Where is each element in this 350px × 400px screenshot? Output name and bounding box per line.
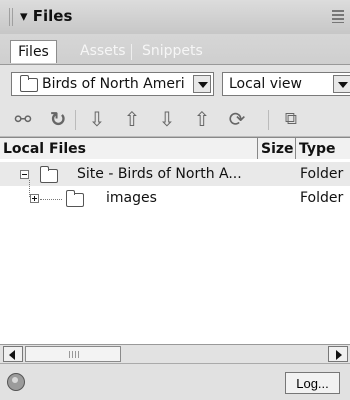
put-icon[interactable]: ⇧ (119, 107, 145, 131)
expand-icon[interactable]: ⧉ (278, 107, 304, 131)
site-select[interactable]: Birds of North Ameri (11, 72, 214, 96)
tab-snippets[interactable]: Snippets (142, 40, 203, 62)
file-name: images (106, 190, 157, 206)
log-button[interactable]: Log... (285, 372, 340, 394)
panel-menu-icon[interactable] (332, 10, 344, 23)
toolbar-separator (75, 110, 76, 130)
file-list-header: Local Files Size Type (0, 137, 350, 161)
scrollbar-thumb[interactable] (25, 346, 121, 362)
scroll-right-icon[interactable] (328, 346, 348, 362)
view-select[interactable]: Local view (222, 72, 350, 96)
drag-grip-icon[interactable] (9, 8, 15, 26)
status-bar: Log... (0, 363, 350, 400)
list-item[interactable]: Site - Birds of North A... Folder (0, 162, 350, 186)
column-size[interactable]: Size (258, 138, 296, 160)
chevron-down-icon[interactable] (193, 75, 211, 93)
site-toolbar: Birds of North Ameri Local view (0, 65, 350, 103)
files-panel: ▾ Files Files Assets Snippets Birds of N… (0, 0, 350, 400)
file-name: Site - Birds of North A... (77, 166, 242, 182)
tree-line-icon (40, 199, 62, 201)
tab-files[interactable]: Files (10, 40, 57, 63)
file-type: Folder (300, 166, 344, 182)
panel-title[interactable]: ▾ Files (20, 7, 72, 25)
folder-icon (66, 190, 84, 207)
check-in-icon[interactable]: ⇧ (189, 107, 215, 131)
tab-separator (131, 44, 132, 60)
folder-icon (20, 75, 38, 92)
collapse-icon[interactable] (20, 170, 29, 179)
view-select-value: Local view (229, 76, 302, 92)
chevron-down-icon[interactable] (333, 75, 350, 93)
get-icon[interactable]: ⇩ (84, 107, 110, 131)
file-list: Site - Birds of North A... Folder images… (0, 159, 350, 344)
tab-assets[interactable]: Assets (80, 40, 126, 62)
folder-icon (40, 166, 58, 183)
file-action-toolbar: ⚯ ↻ ⇩ ⇧ ⇩ ⇧ ⟳ ⧉ (0, 103, 350, 137)
list-item[interactable]: images Folder (0, 186, 350, 210)
panel-header[interactable]: ▾ Files (0, 0, 350, 35)
synchronize-icon[interactable]: ⟳ (224, 107, 250, 131)
column-local-files[interactable]: Local Files (0, 138, 258, 160)
file-type: Folder (300, 190, 344, 206)
grip-icon (69, 351, 79, 358)
column-type[interactable]: Type (296, 138, 350, 160)
toolbar-separator (268, 110, 269, 130)
connect-icon[interactable]: ⚯ (10, 107, 36, 131)
scroll-left-icon[interactable] (3, 346, 23, 362)
status-icon[interactable] (7, 373, 25, 391)
horizontal-scrollbar[interactable] (0, 344, 350, 363)
expand-icon[interactable] (30, 194, 39, 203)
site-select-value: Birds of North Ameri (42, 76, 185, 92)
refresh-icon[interactable]: ↻ (45, 107, 71, 131)
panel-tabs: Files Assets Snippets (0, 34, 350, 65)
panel-title-text: Files (32, 7, 73, 25)
check-out-icon[interactable]: ⇩ (154, 107, 180, 131)
